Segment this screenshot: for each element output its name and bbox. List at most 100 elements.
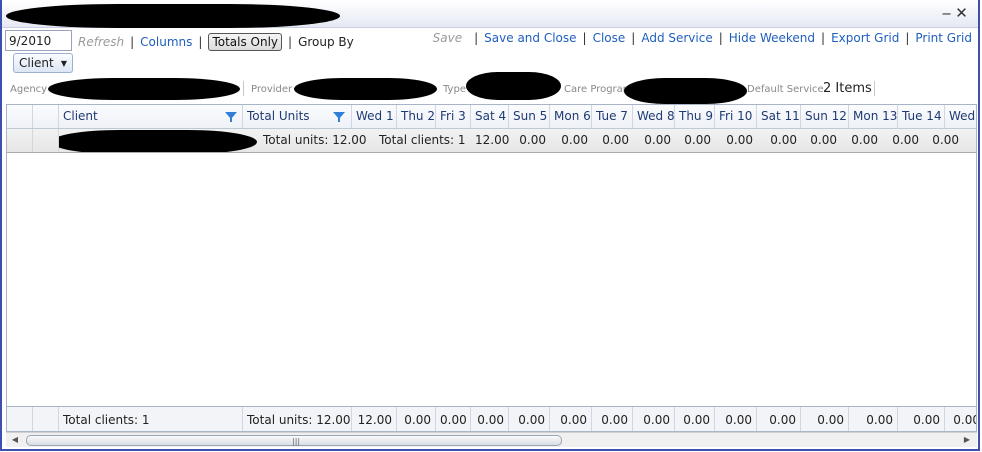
footer-total-clients: Total clients: 1	[59, 407, 243, 431]
footer-day-value: 0.00	[715, 407, 757, 431]
filter-bar: Agency Provider Type Care Program Defaul…	[2, 72, 978, 104]
print-grid-button[interactable]: Print Grid	[915, 31, 972, 45]
group-day-value: 0.00	[644, 133, 671, 147]
group-day-value: 0.00	[519, 133, 546, 147]
column-header-day[interactable]: Sun 12	[801, 105, 849, 128]
items-count: 2 Items	[823, 81, 872, 96]
column-header-day[interactable]: Sun 5	[509, 105, 550, 128]
column-header-day[interactable]: Mon 13	[849, 105, 898, 128]
row-spacer	[7, 129, 33, 152]
close-button[interactable]: Close	[593, 31, 626, 45]
group-day-value: 0.00	[851, 133, 878, 147]
redacted-care-program	[624, 78, 747, 104]
redacted-agency	[48, 78, 240, 100]
minimize-icon[interactable]: ‒	[940, 5, 953, 21]
footer-day-value: 0.00	[471, 407, 509, 431]
provider-filter-label[interactable]: Provider	[251, 84, 292, 95]
redacted-title	[6, 4, 340, 28]
separator: |	[718, 31, 723, 45]
group-day-value: 0.00	[810, 133, 837, 147]
manage-services-window: ‒ ✕ Refresh | Columns | Totals Only | Gr…	[0, 0, 980, 451]
export-grid-button[interactable]: Export Grid	[831, 31, 899, 45]
save-and-close-button[interactable]: Save and Close	[484, 31, 576, 45]
redacted-type	[466, 72, 561, 100]
footer-day-value: 0.00	[592, 407, 633, 431]
grip-icon: |||	[292, 437, 301, 446]
column-header-day[interactable]: Fri 10	[715, 105, 757, 128]
group-by-client-chip[interactable]: Client ▼	[13, 53, 73, 73]
separator: |	[130, 35, 135, 49]
totals-only-toggle[interactable]: Totals Only	[208, 33, 283, 51]
footer-day-value: 0.00	[757, 407, 801, 431]
footer-day-value: 0.00	[436, 407, 471, 431]
footer-day-value: 0.00	[509, 407, 550, 431]
column-header-day[interactable]: Tue 14	[898, 105, 945, 128]
column-header-day[interactable]: Thu 9	[675, 105, 715, 128]
column-header-day[interactable]: Sat 11	[757, 105, 801, 128]
separator: |	[821, 31, 826, 45]
group-row[interactable]: Total units: 12.00 Total clients: 1 12.0…	[7, 129, 976, 153]
redacted-client-name	[59, 130, 257, 152]
column-header-label: Client	[63, 109, 98, 123]
close-icon[interactable]: ✕	[955, 5, 968, 21]
divider	[243, 81, 244, 96]
column-header-day[interactable]: Fri 3	[436, 105, 471, 128]
header-spacer	[33, 105, 59, 128]
divider	[874, 81, 875, 96]
add-service-button[interactable]: Add Service	[641, 31, 712, 45]
column-header-day[interactable]: Sat 4	[471, 105, 509, 128]
column-header-day[interactable]: Thu 2	[397, 105, 436, 128]
footer-day-value: 0.00	[397, 407, 436, 431]
group-day-value: 0.00	[932, 133, 959, 147]
horizontal-scrollbar[interactable]: ◀ ||| ▶	[6, 432, 977, 447]
filter-icon[interactable]	[333, 110, 346, 123]
date-input[interactable]	[5, 30, 72, 51]
column-header-day[interactable]: Tue 7	[592, 105, 633, 128]
column-header-day[interactable]: Mon 6	[550, 105, 592, 128]
column-header-day[interactable]: Wed	[945, 105, 976, 128]
footer-spacer	[33, 407, 59, 431]
column-header-label: Total Units	[247, 109, 310, 123]
footer-day-value: 0.00	[945, 407, 976, 431]
hide-weekend-button[interactable]: Hide Weekend	[729, 31, 815, 45]
agency-filter-label[interactable]: Agency	[10, 84, 47, 95]
column-header-day[interactable]: Wed 8	[633, 105, 675, 128]
group-by-label: Group By	[298, 35, 354, 49]
group-day-value: 0.00	[770, 133, 797, 147]
scroll-right-icon[interactable]: ▶	[962, 435, 972, 445]
grid-footer-row: Total clients: 1 Total units: 12.00 12.0…	[7, 406, 976, 431]
group-total-clients: Total clients: 1	[379, 133, 466, 147]
care-program-filter-label[interactable]: Care Program	[564, 84, 633, 95]
filter-icon[interactable]	[225, 110, 238, 123]
group-day-value: 0.00	[561, 133, 588, 147]
column-header-client[interactable]: Client	[59, 105, 243, 128]
type-filter-label[interactable]: Type	[443, 84, 466, 95]
footer-day-value: 0.00	[675, 407, 715, 431]
group-client-cell	[59, 129, 259, 152]
row-spacer	[33, 129, 59, 152]
columns-button[interactable]: Columns	[140, 35, 192, 49]
separator: |	[288, 35, 293, 49]
refresh-button[interactable]: Refresh	[78, 35, 124, 49]
group-chip-label: Client	[19, 56, 54, 70]
scroll-thumb[interactable]: |||	[26, 435, 562, 446]
footer-day-value: 0.00	[801, 407, 849, 431]
save-button[interactable]: Save	[433, 31, 462, 45]
default-service-filter-label[interactable]: Default Service	[747, 84, 824, 95]
separator: |	[905, 31, 910, 45]
column-header-day[interactable]: Wed 1	[352, 105, 397, 128]
separator: |	[631, 31, 636, 45]
footer-day-value: 0.00	[550, 407, 592, 431]
group-day-value: 12.00	[475, 133, 509, 147]
scroll-left-icon[interactable]: ◀	[10, 435, 20, 445]
title-bar[interactable]: ‒ ✕	[2, 0, 978, 28]
group-day-value: 0.00	[892, 133, 919, 147]
footer-spacer	[7, 407, 33, 431]
grid-header-row: Client Total Units Wed 1 Thu 2 Fri 3 Sat…	[7, 105, 976, 129]
group-day-value: 0.00	[602, 133, 629, 147]
chevron-down-icon[interactable]: ▼	[61, 59, 67, 68]
toolbar: Refresh | Columns | Totals Only | Group …	[2, 29, 978, 53]
column-header-total-units[interactable]: Total Units	[243, 105, 352, 128]
group-day-value: 0.00	[684, 133, 711, 147]
services-grid: Client Total Units Wed 1 Thu 2 Fri 3 Sat…	[6, 104, 977, 432]
